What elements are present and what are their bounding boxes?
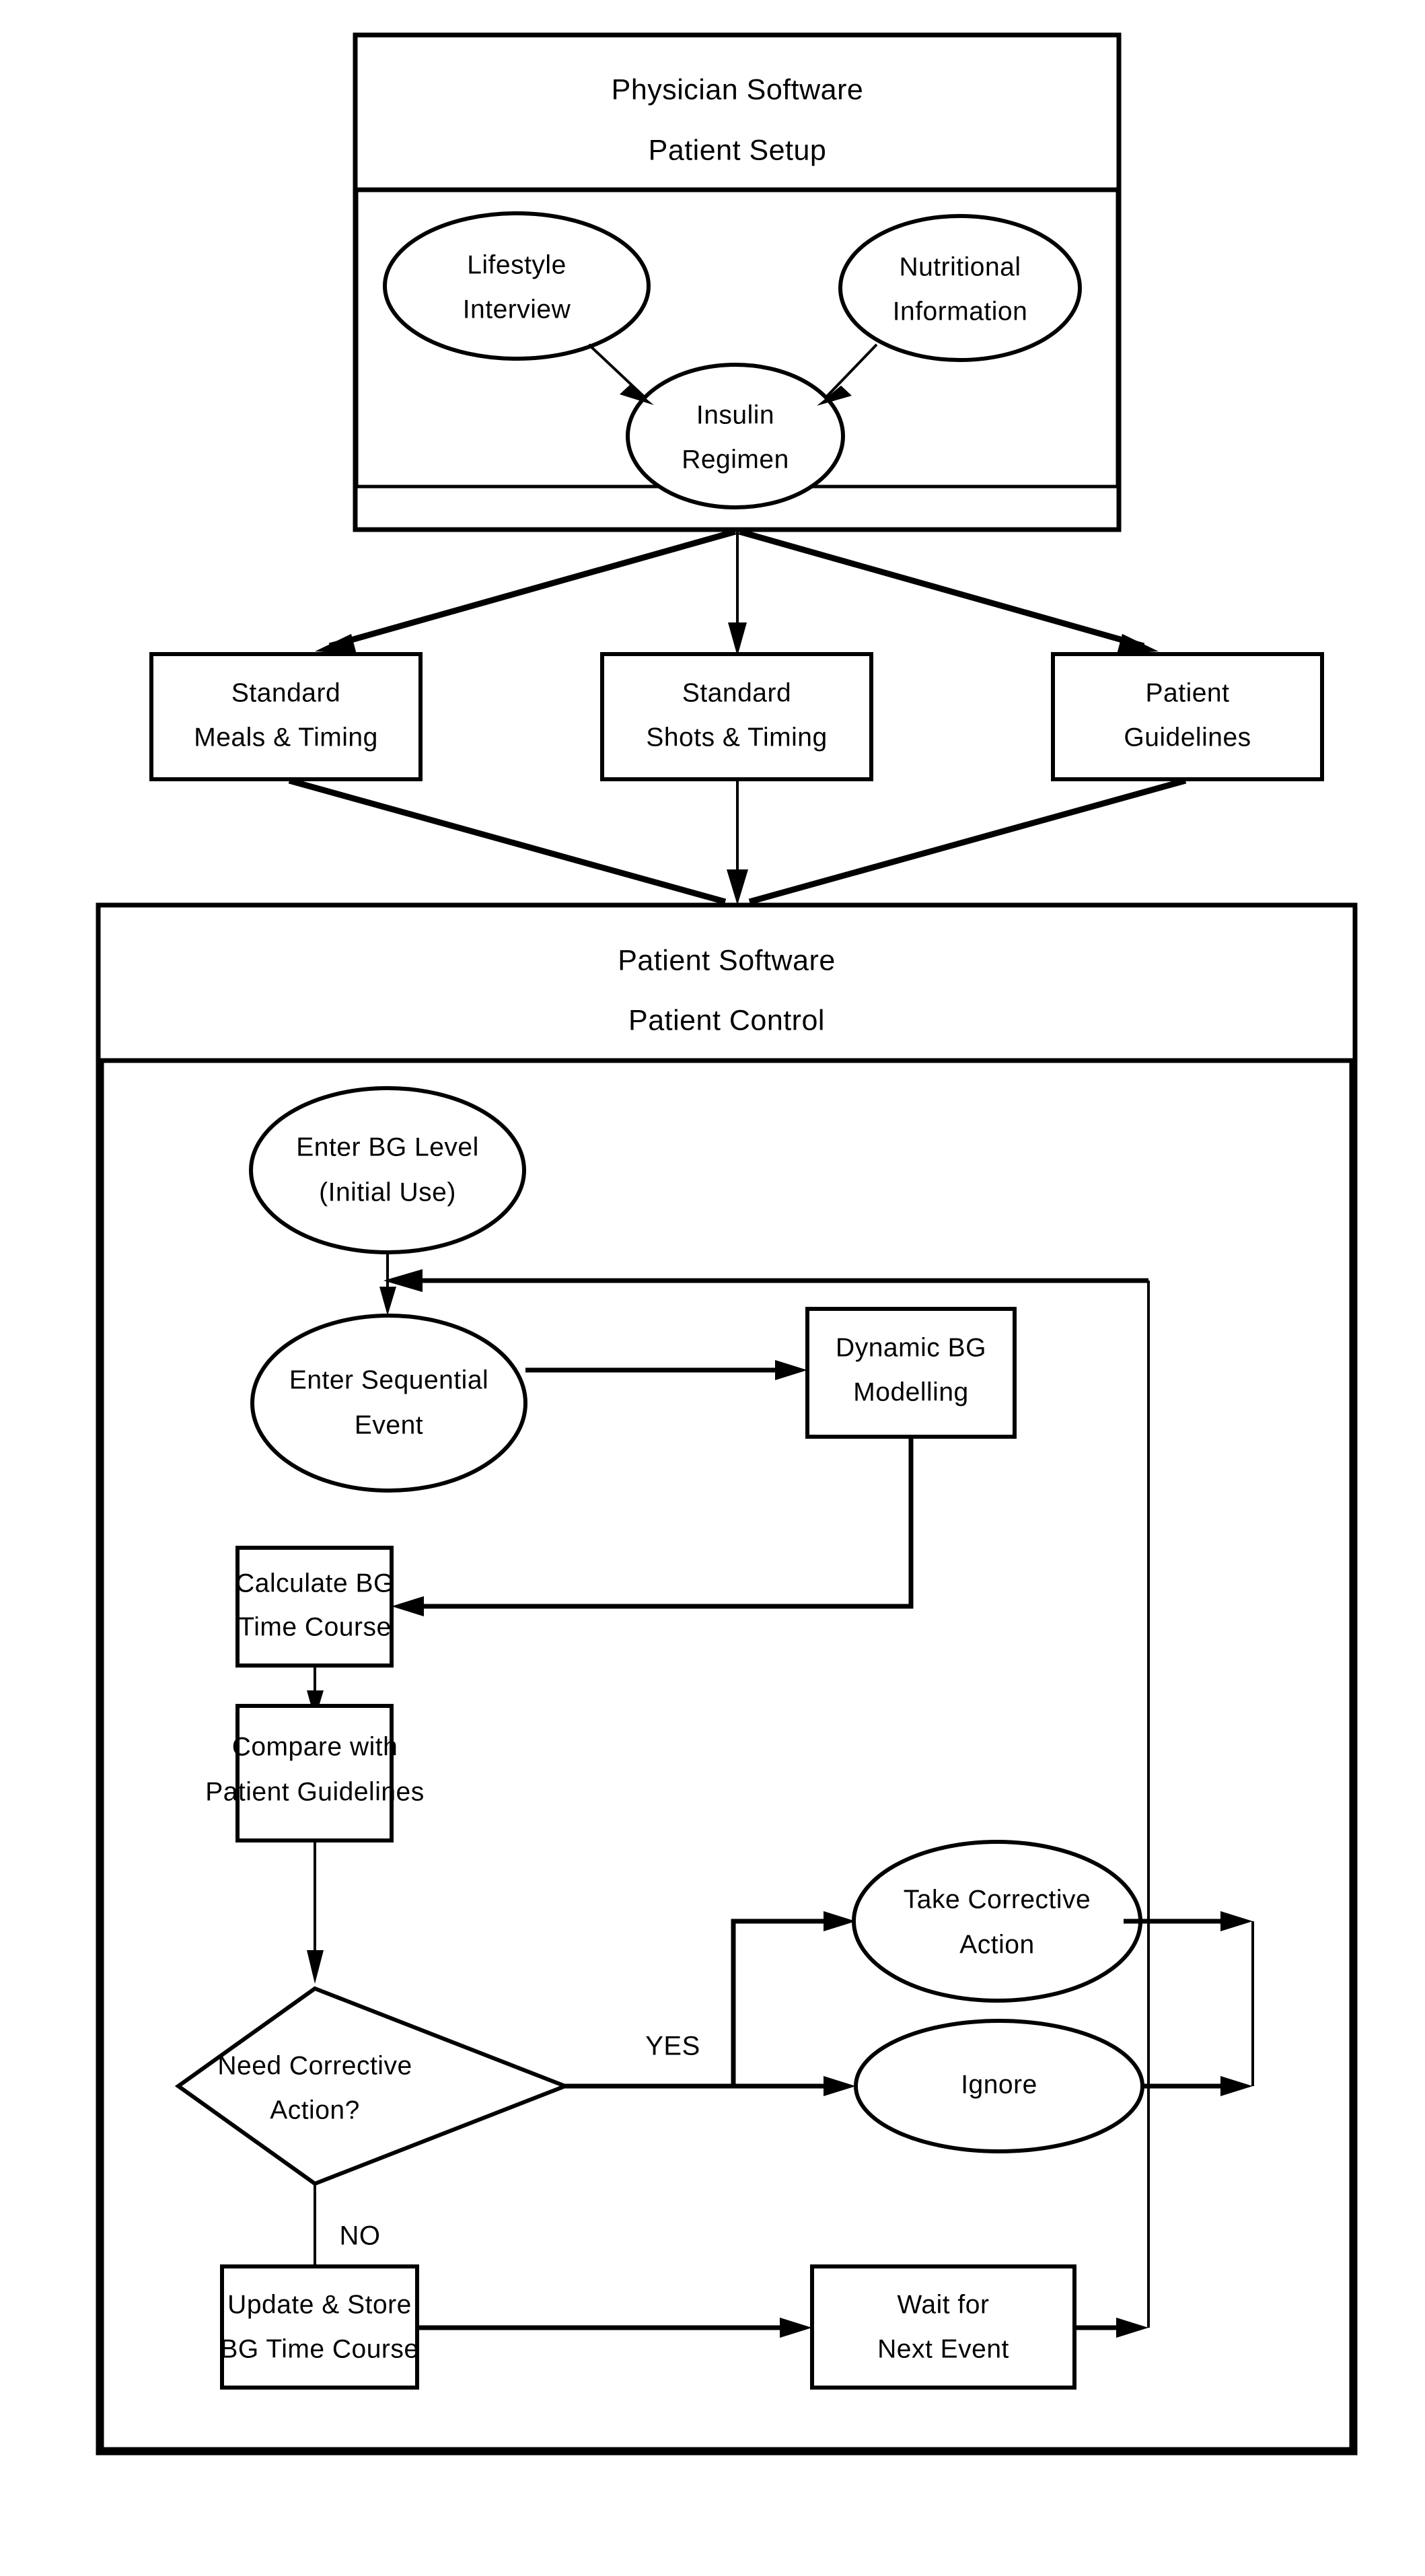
node-enter-sequential-event-line2: Event (355, 1410, 423, 1439)
box-compare-with-patient-guidelines[interactable] (235, 1704, 394, 1842)
box-patient-guidelines-line1: Patient (1146, 678, 1230, 707)
edge-meals-to-patient (288, 777, 727, 905)
edge-physician-to-guidelines (738, 528, 1145, 649)
box-update-store-bg-time-course[interactable] (220, 2264, 419, 2390)
node-enter-sequential-event[interactable] (250, 1314, 527, 1493)
node-take-corrective-action-line2: Action (959, 1930, 1034, 1959)
edge-physician-to-shots-arrowhead (728, 622, 747, 656)
box-calculate-bg-time-course[interactable] (235, 1546, 394, 1668)
node-enter-sequential-event-line1: Enter Sequential (289, 1365, 488, 1394)
box-standard-shots-timing-line2: Shots & Timing (646, 723, 827, 752)
box-dynamic-bg-modelling[interactable] (805, 1307, 1017, 1439)
physician-header-line2: Patient Setup (649, 134, 827, 166)
box-wait-for-next-event-line2: Next Event (877, 2334, 1009, 2363)
no-label: NO (340, 2221, 381, 2251)
box-patient-guidelines[interactable] (1051, 652, 1324, 781)
node-lifestyle-interview-line2: Interview (463, 295, 571, 324)
edge-physician-to-guidelines-arrowhead (1117, 634, 1159, 654)
box-standard-shots-timing[interactable] (600, 652, 873, 781)
node-ignore-line1: Ignore (961, 2070, 1037, 2099)
diamond-need-corrective-action-line2: Action? (270, 2096, 360, 2124)
node-take-corrective-action[interactable] (852, 1840, 1142, 2003)
node-insulin-regimen-line2: Regimen (682, 445, 789, 474)
box-compare-with-patient-guidelines-line1: Compare with (232, 1732, 398, 1761)
yes-label: YES (645, 2032, 700, 2061)
node-insulin-regimen[interactable] (626, 363, 845, 509)
box-update-store-bg-time-course-line2: BG Time Course (220, 2334, 418, 2363)
box-calculate-bg-time-course-line2: Time Course (238, 1612, 391, 1641)
box-update-store-bg-time-course-line1: Update & Store (227, 2290, 412, 2319)
edge-fanin-arrowhead (727, 869, 748, 905)
physician-header-line1: Physician Software (612, 73, 864, 106)
box-standard-meals-timing-line2: Meals & Timing (194, 723, 378, 752)
box-dynamic-bg-modelling-line1: Dynamic BG (836, 1333, 986, 1362)
flowchart-svg: Physician Software Patient Setup Lifesty… (96, 32, 1358, 2456)
patient-header-line1: Patient Software (618, 944, 836, 976)
box-wait-for-next-event[interactable] (810, 2264, 1076, 2390)
flowchart-canvas: Physician Software Patient Setup Lifesty… (0, 0, 1425, 2576)
edge-physician-to-meals (328, 528, 737, 649)
patient-header-line2: Patient Control (628, 1004, 825, 1036)
box-standard-meals-timing[interactable] (149, 652, 423, 781)
node-insulin-regimen-line1: Insulin (696, 400, 774, 429)
box-standard-shots-timing-line1: Standard (682, 678, 791, 707)
node-take-corrective-action-line1: Take Corrective (904, 1885, 1091, 1914)
node-nutritional-information[interactable] (838, 214, 1082, 362)
box-calculate-bg-time-course-line1: Calculate BG (235, 1569, 394, 1598)
node-enter-bg-level-line1: Enter BG Level (296, 1133, 478, 1161)
box-compare-with-patient-guidelines-line2: Patient Guidelines (205, 1777, 425, 1806)
node-lifestyle-interview[interactable] (383, 211, 651, 361)
node-nutritional-information-line1: Nutritional (899, 252, 1021, 281)
box-patient-guidelines-line2: Guidelines (1124, 723, 1251, 752)
box-dynamic-bg-modelling-line2: Modelling (853, 1378, 968, 1406)
node-enter-bg-level-line2: (Initial Use) (319, 1178, 456, 1207)
edge-physician-to-meals-arrowhead (315, 634, 357, 654)
box-standard-meals-timing-line1: Standard (231, 678, 340, 707)
node-nutritional-information-line2: Information (893, 297, 1028, 326)
box-wait-for-next-event-line1: Wait for (898, 2290, 990, 2319)
diamond-need-corrective-action-line1: Need Corrective (217, 2051, 412, 2080)
node-lifestyle-interview-line1: Lifestyle (467, 250, 567, 279)
edge-guidelines-to-patient (748, 777, 1187, 905)
node-enter-bg-level[interactable] (249, 1086, 526, 1254)
